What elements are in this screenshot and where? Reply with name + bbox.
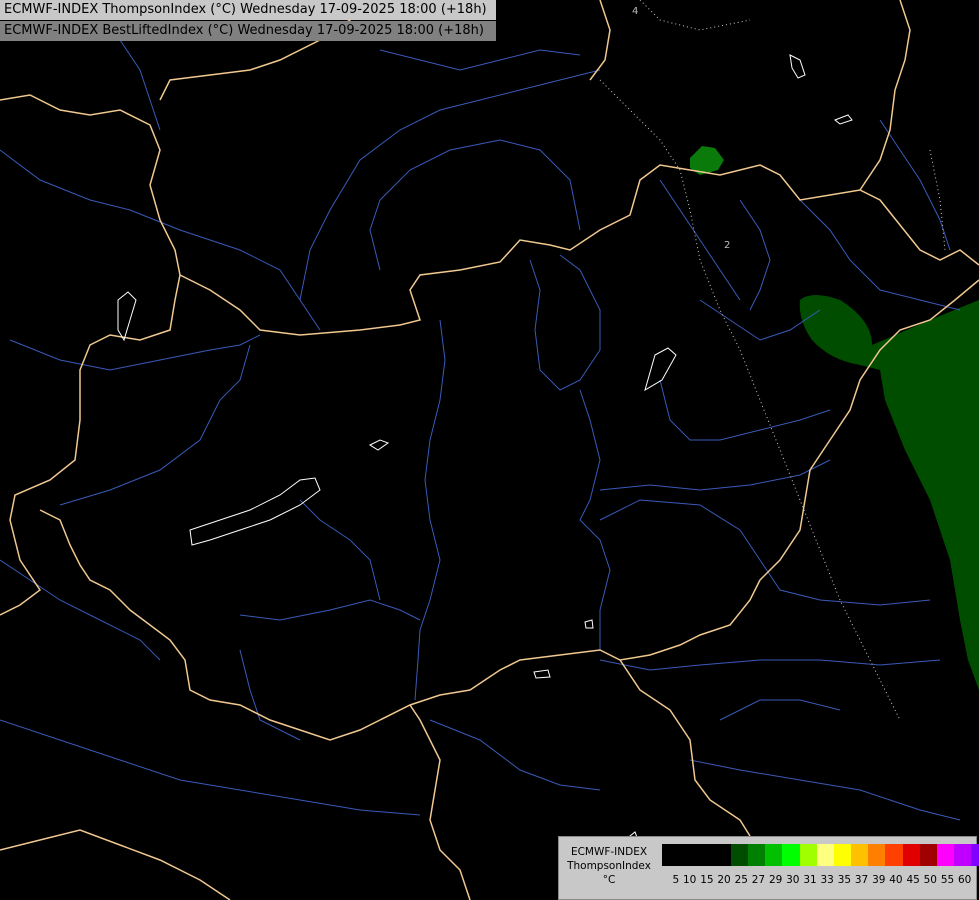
river xyxy=(0,719,421,816)
region-boundary xyxy=(929,149,946,251)
legend-tick-label: 40 xyxy=(889,874,903,886)
legend-swatch xyxy=(662,844,680,866)
river xyxy=(299,69,601,301)
river xyxy=(379,49,581,71)
border xyxy=(589,0,611,81)
legend-label: ECMWF-INDEX ThompsonIndex °C xyxy=(561,845,657,887)
river xyxy=(0,149,321,331)
rivers xyxy=(0,39,961,821)
legend-tick-label: 35 xyxy=(837,874,852,886)
river xyxy=(529,254,601,391)
map-title-lifted: ECMWF-INDEX BestLiftedIndex (°C) Wednesd… xyxy=(0,21,496,41)
legend-tick-label: 60 xyxy=(958,874,972,886)
legend-swatch xyxy=(782,844,800,866)
map-label-top: 4 xyxy=(632,6,638,17)
field-region-east xyxy=(799,295,979,690)
lake xyxy=(789,54,806,79)
legend-unit: °C xyxy=(602,874,616,886)
border xyxy=(409,704,471,900)
river xyxy=(719,699,841,721)
legend-swatch xyxy=(902,844,920,866)
river xyxy=(579,389,611,650)
border xyxy=(0,829,231,900)
legend-swatch xyxy=(971,844,979,866)
river xyxy=(414,319,446,701)
border xyxy=(0,94,181,616)
lake xyxy=(533,669,551,679)
river xyxy=(599,459,831,491)
legend-swatch xyxy=(851,844,869,866)
river xyxy=(689,759,961,821)
river xyxy=(799,199,961,311)
river xyxy=(659,379,831,441)
legend-tick-label: 25 xyxy=(734,874,748,886)
legend-tick-label: 37 xyxy=(854,874,869,886)
river xyxy=(239,599,421,621)
legend-swatch xyxy=(954,844,972,866)
country-borders xyxy=(0,0,979,900)
legend-swatch xyxy=(747,844,766,866)
legend-tick-label: 20 xyxy=(717,874,731,886)
legend-model: ECMWF-INDEX xyxy=(570,846,648,858)
legend-tick-label: 30 xyxy=(786,874,800,886)
legend-swatch xyxy=(868,844,886,866)
legend-tick-label: 33 xyxy=(820,874,834,886)
legend-swatch xyxy=(679,844,697,866)
legend-parameter: ThompsonIndex xyxy=(567,860,651,872)
legend-tick-label: 27 xyxy=(751,874,766,886)
legend-colorbar xyxy=(662,844,979,866)
legend-swatch xyxy=(919,844,937,866)
legend-swatch xyxy=(799,844,817,866)
lake xyxy=(368,439,390,451)
legend-tick-label: 15 xyxy=(700,874,714,886)
color-legend: ECMWF-INDEX ThompsonIndex °C 5 10 15 20 25 27… xyxy=(558,836,979,900)
legend-tick-label: 31 xyxy=(803,874,817,886)
river xyxy=(119,39,161,131)
legend-swatch xyxy=(696,844,714,866)
border xyxy=(619,659,751,837)
legend-tick-label: 45 xyxy=(906,874,920,886)
legend-tick-label: 29 xyxy=(768,874,783,886)
river xyxy=(599,659,941,671)
legend-swatch xyxy=(713,844,731,866)
lake-balaton xyxy=(189,477,321,546)
river xyxy=(429,719,601,791)
legend-swatch xyxy=(833,844,852,866)
river xyxy=(369,139,581,271)
legend-swatch xyxy=(885,844,903,866)
weather-map: 4 2 ECMWF-INDEX ThompsonIndex (°C) Wedne… xyxy=(0,0,979,900)
map-label-mid: 2 xyxy=(724,240,730,251)
lake xyxy=(117,291,137,342)
river xyxy=(879,119,951,251)
legend-tick-label: 10 xyxy=(683,874,697,886)
river xyxy=(9,334,261,371)
river xyxy=(299,499,381,601)
map-title-thompson: ECMWF-INDEX ThompsonIndex (°C) Wednesday… xyxy=(0,0,496,20)
legend-ticks: 5 10 15 20 25 27 29 30 31 33 35 37 39 40 45 50 55 60 xyxy=(662,873,972,887)
lake xyxy=(584,619,594,629)
legend-tick-label: 50 xyxy=(923,874,937,886)
legend-tick-label: 5 xyxy=(672,874,680,886)
river xyxy=(0,559,161,661)
river xyxy=(59,344,251,506)
river xyxy=(739,199,771,311)
border xyxy=(179,164,979,336)
region-boundary xyxy=(639,0,751,31)
legend-swatch xyxy=(765,844,783,866)
map-canvas: 4 2 xyxy=(0,0,979,900)
legend-swatch xyxy=(730,844,748,866)
legend-tick-label: 55 xyxy=(940,874,955,886)
lakes xyxy=(117,54,853,841)
index-field xyxy=(690,146,979,690)
legend-swatch xyxy=(937,844,955,866)
river xyxy=(599,499,931,606)
lake xyxy=(834,114,853,125)
legend-swatch xyxy=(816,844,834,866)
legend-tick-label: 39 xyxy=(872,874,886,886)
border xyxy=(859,0,911,191)
